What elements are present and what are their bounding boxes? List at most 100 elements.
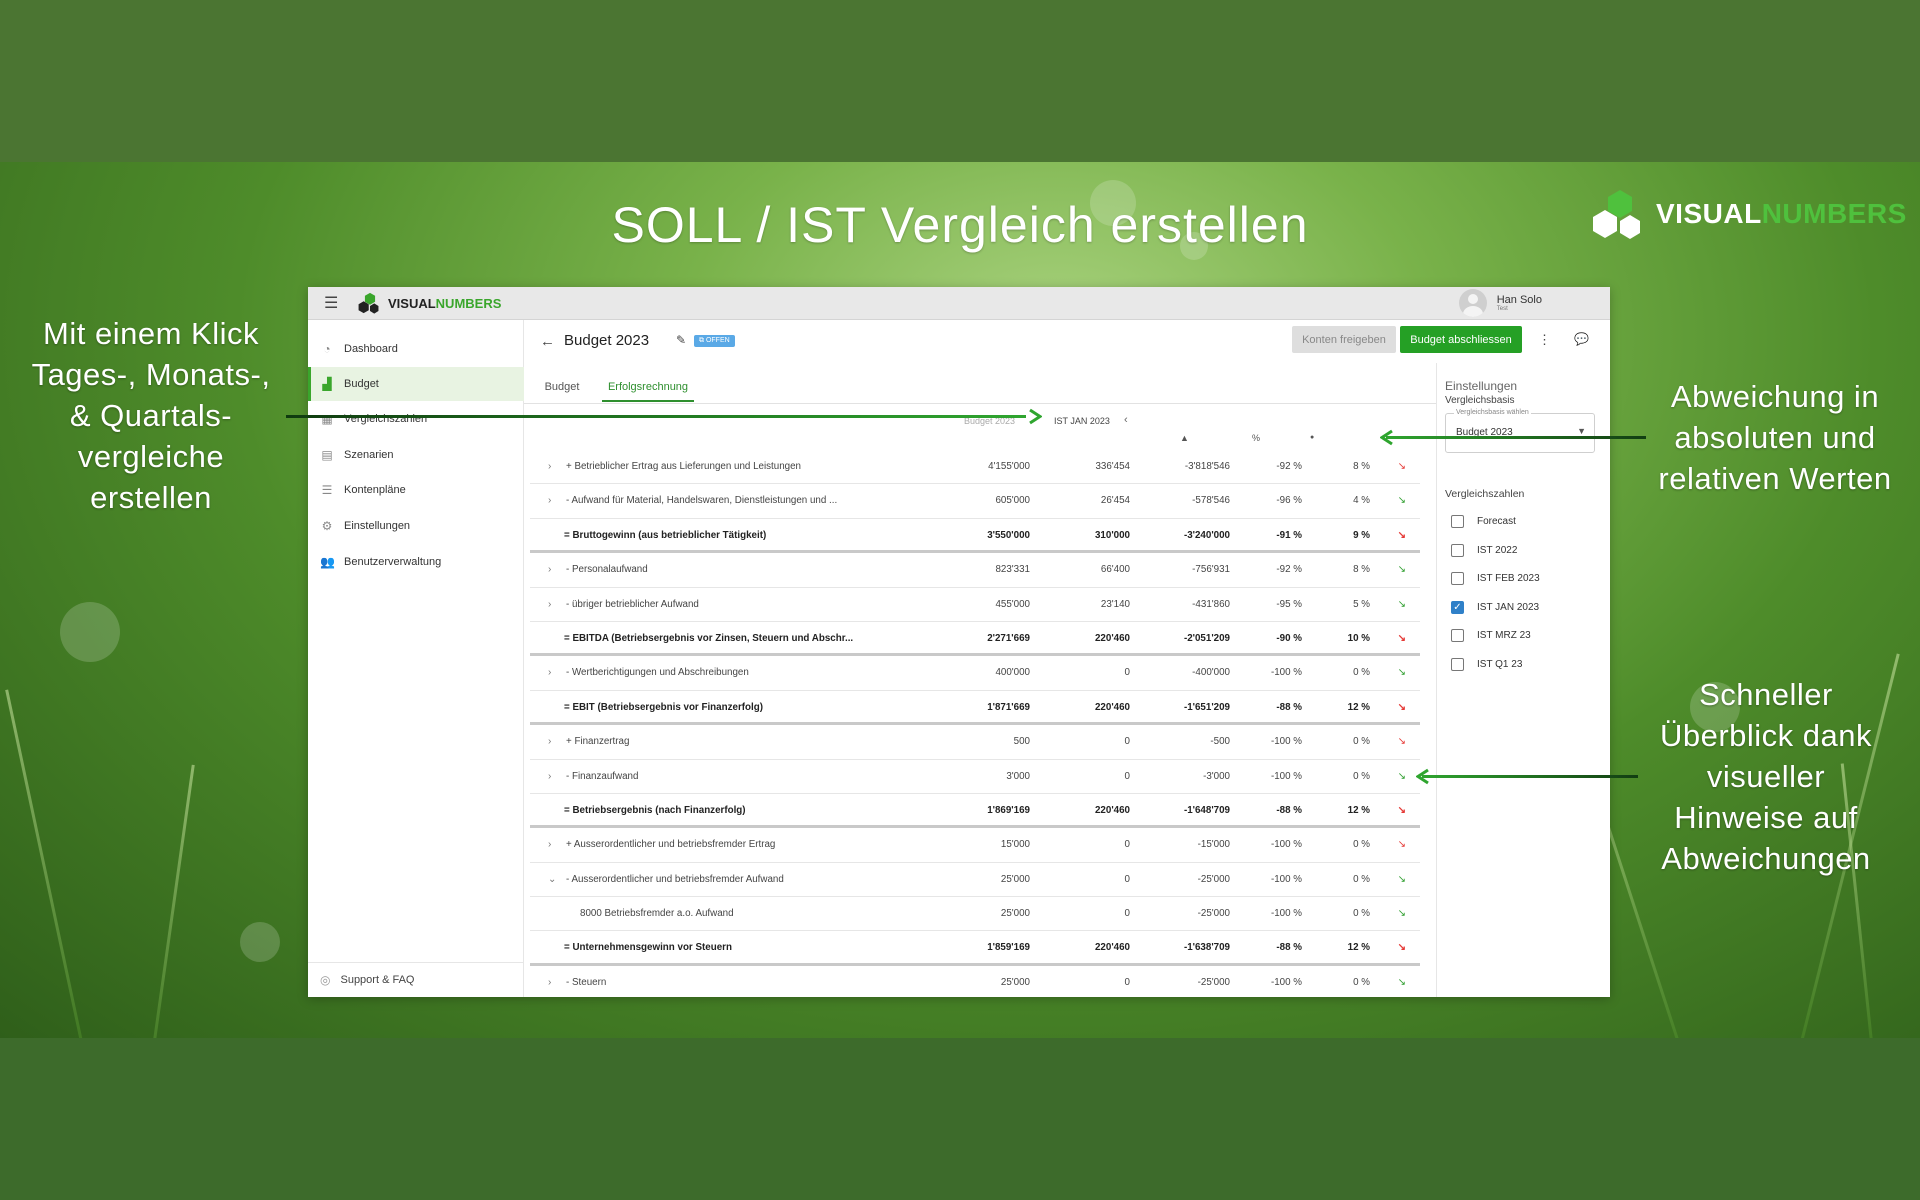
table-row[interactable]: › - übriger betrieblicher Aufwand 455'000 2…: [530, 588, 1420, 622]
menu-icon[interactable]: ☰: [324, 293, 338, 313]
cell-share: 0 %: [1353, 839, 1370, 851]
trend-arrow-icon: ↘: [1397, 908, 1406, 920]
table-row[interactable]: › + Ausserordentlicher und betriebsfremde…: [530, 828, 1420, 863]
column-header-compare[interactable]: IST JAN 2023: [1054, 416, 1110, 426]
sidebar-item-kontenplaene[interactable]: ☰ Kontenpläne: [308, 473, 524, 507]
expand-chevron-icon[interactable]: ›: [548, 461, 551, 472]
release-accounts-button[interactable]: Konten freigeben: [1292, 326, 1396, 353]
cell-diff: -3'818'546: [1184, 461, 1230, 472]
compare-option[interactable]: Forecast: [1451, 515, 1516, 528]
arrow-left-note: [286, 415, 1026, 418]
gauge-icon: ◔: [323, 342, 331, 356]
chat-icon[interactable]: 💬: [1574, 332, 1589, 346]
cell-pct: -100 %: [1270, 770, 1302, 782]
avatar: [1458, 289, 1487, 317]
arrowhead-icon: [1416, 768, 1429, 785]
cell-diff: -500: [1210, 736, 1230, 748]
compare-option[interactable]: IST 2022: [1451, 543, 1518, 557]
cell-pct: -92 %: [1276, 461, 1302, 472]
user-menu[interactable]: Han Solo Test: [1458, 289, 1542, 317]
checkbox[interactable]: [1451, 515, 1464, 528]
layers-icon: ▤: [321, 448, 333, 462]
close-budget-button[interactable]: Budget abschliessen: [1400, 326, 1522, 353]
expand-chevron-icon[interactable]: ⌄: [548, 874, 556, 885]
option-label: IST 2022: [1477, 544, 1518, 556]
cell-budget: 1'871'669: [987, 701, 1030, 713]
cell-share: 12 %: [1347, 701, 1370, 713]
back-arrow-icon[interactable]: ←: [540, 333, 555, 350]
tab-erfolgsrechnung[interactable]: Erfolgsrechnung: [602, 372, 694, 402]
chevron-left-icon[interactable]: ‹: [1124, 414, 1128, 426]
table-row[interactable]: = Betriebsergebnis (nach Finanzerfolg) 1'…: [530, 794, 1420, 829]
table-row[interactable]: › - Personalaufwand 823'331 66'400 -756'931 -…: [530, 553, 1420, 588]
note-right-top: Abweichung in absoluten und relativen Wert…: [1658, 379, 1892, 496]
checkbox[interactable]: [1451, 658, 1464, 671]
users-icon: 👥: [320, 555, 335, 569]
table-row[interactable]: › - Finanzaufwand 3'000 0 -3'000 -100 % 0 % ↘: [530, 760, 1420, 794]
sidebar: ◔ Dashboard ▟ Budget ▦ Vergleichszahlen ▤ Sz…: [308, 320, 524, 997]
cell-diff: -431'860: [1192, 598, 1230, 610]
sidebar-item-dashboard[interactable]: ◔ Dashboard: [308, 332, 524, 366]
table-row[interactable]: ⌄ - Ausserordentlicher und betriebsfremde…: [530, 863, 1420, 898]
expand-chevron-icon[interactable]: ›: [548, 736, 551, 747]
expand-chevron-icon[interactable]: ›: [548, 667, 551, 678]
expand-chevron-icon[interactable]: ›: [548, 977, 551, 988]
compare-option[interactable]: IST Q1 23: [1451, 658, 1522, 671]
trend-arrow-icon: ↘: [1397, 461, 1406, 472]
cell-budget: 25'000: [1000, 976, 1030, 988]
sidebar-item-benutzerverwaltung[interactable]: 👥 Benutzerverwaltung: [308, 545, 524, 579]
cell-ist: 0: [1124, 839, 1130, 851]
row-label: 8000 Betriebsfremder a.o. Aufwand: [580, 908, 734, 920]
checkbox[interactable]: [1451, 543, 1464, 557]
checkbox[interactable]: [1451, 572, 1464, 586]
user-name: Han Solo: [1496, 294, 1542, 306]
expand-chevron-icon[interactable]: ›: [548, 599, 551, 610]
table-row[interactable]: › - Wertberichtigungen und Abschreibungen…: [530, 656, 1420, 691]
compare-option[interactable]: IST MRZ 23: [1451, 629, 1531, 643]
table-row[interactable]: = EBITDA (Betriebsergebnis vor Zinsen, S…: [530, 622, 1420, 657]
option-label: IST MRZ 23: [1477, 630, 1531, 642]
page-title: Budget 2023: [564, 332, 650, 349]
sidebar-item-support[interactable]: ◎ Support & FAQ: [308, 962, 524, 996]
row-label: - Aufwand für Material, Handelswaren, Di…: [566, 495, 838, 507]
cell-budget: 4'155'000: [988, 461, 1030, 472]
cell-diff: -25'000: [1197, 976, 1230, 988]
table-row[interactable]: › - Steuern 25'000 0 -25'000 -100 % 0 % ↘: [530, 966, 1420, 997]
checkbox[interactable]: ✓: [1451, 600, 1464, 614]
table-row[interactable]: › + Finanzertrag 500 0 -500 -100 % 0 % ↘: [530, 725, 1420, 760]
basis-select[interactable]: Vergleichsbasis wählen Budget 2023 ▼: [1445, 409, 1595, 453]
table-row[interactable]: 8000 Betriebsfremder a.o. Aufwand 25'000 0…: [530, 897, 1420, 932]
sidebar-item-szenarien[interactable]: ▤ Szenarien: [308, 438, 524, 472]
row-label: - Wertberichtigungen und Abschreibungen: [566, 667, 749, 679]
table-row[interactable]: = Unternehmensgewinn vor Steuern 1'859'16…: [530, 931, 1420, 966]
edit-pencil-icon[interactable]: ✎: [676, 333, 686, 347]
expand-chevron-icon[interactable]: ›: [548, 839, 551, 850]
cell-diff: -1'638'709: [1183, 942, 1230, 954]
sidebar-item-vergleichszahlen[interactable]: ▦ Vergleichszahlen: [308, 402, 524, 436]
checkbox[interactable]: [1451, 629, 1464, 643]
cell-diff: -578'546: [1192, 495, 1230, 507]
cell-pct: -88 %: [1276, 804, 1302, 816]
compare-option[interactable]: ✓ IST JAN 2023: [1451, 600, 1539, 614]
row-label: + Finanzertrag: [566, 736, 630, 748]
more-vert-icon[interactable]: ⋮: [1538, 332, 1551, 348]
help-icon: ◎: [320, 972, 331, 987]
table-row[interactable]: › + Betrieblicher Ertrag aus Lieferungen …: [530, 450, 1420, 485]
cell-ist: 0: [1124, 667, 1130, 679]
arrow-right-top-note: [1386, 436, 1646, 439]
sidebar-item-budget[interactable]: ▟ Budget: [308, 367, 524, 401]
sidebar-item-einstellungen[interactable]: ⚙ Einstellungen: [308, 509, 524, 543]
table-row[interactable]: › - Aufwand für Material, Handelswaren, D…: [530, 484, 1420, 519]
tab-budget[interactable]: Budget: [532, 372, 592, 402]
app-logo[interactable]: VISUALNUMBERS: [356, 292, 501, 314]
compare-option[interactable]: IST FEB 2023: [1451, 572, 1540, 586]
cell-pct: -100 %: [1270, 873, 1302, 885]
expand-chevron-icon[interactable]: ›: [548, 495, 551, 506]
cell-pct: -90 %: [1276, 632, 1302, 644]
cell-ist: 220'460: [1094, 804, 1130, 816]
table-row[interactable]: = EBIT (Betriebsergebnis vor Finanzerfol…: [530, 691, 1420, 726]
cell-diff: -3'000: [1203, 770, 1230, 782]
expand-chevron-icon[interactable]: ›: [548, 564, 551, 575]
table-row[interactable]: = Bruttogewinn (aus betrieblicher Tätigk…: [530, 519, 1420, 554]
expand-chevron-icon[interactable]: ›: [548, 771, 551, 782]
